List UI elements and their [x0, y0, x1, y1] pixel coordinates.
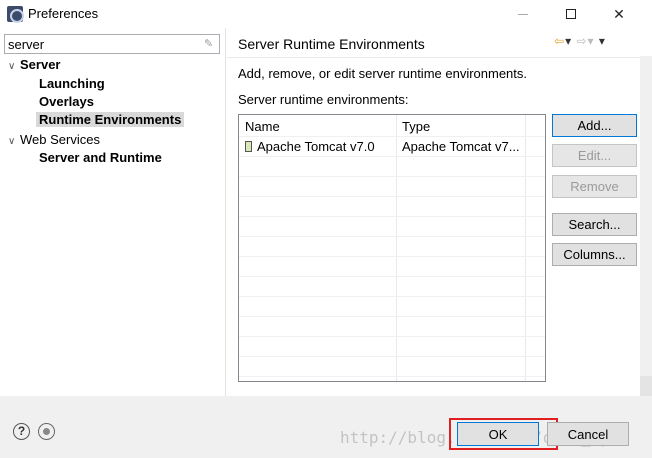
row-divider	[239, 336, 545, 337]
row-divider	[239, 216, 545, 217]
forward-arrow-icon[interactable]: ⇨	[576, 34, 587, 48]
row-divider	[239, 236, 545, 237]
server-runtime-icon	[245, 141, 252, 152]
tree-item-label: Runtime Environments	[36, 112, 185, 127]
row-divider	[239, 176, 545, 177]
tree-item-server[interactable]: ∨ Server	[8, 56, 60, 74]
close-button[interactable]: ✕	[596, 0, 642, 28]
column-header-name[interactable]: Name	[245, 119, 280, 134]
tree-item-label: Server and Runtime	[39, 150, 162, 165]
edit-button[interactable]: Edit...	[552, 144, 637, 167]
row-divider	[239, 376, 545, 377]
tree-item-label: Server	[20, 57, 61, 72]
remove-button[interactable]: Remove	[552, 175, 637, 198]
preference-tree-panel: ✎ ∨Server Launching Overlays Runtime Env…	[0, 28, 226, 396]
help-icon[interactable]: ?	[13, 423, 30, 440]
runtime-environments-table[interactable]: Name Type Apache Tomcat v7.0 Apache Tomc…	[238, 114, 546, 382]
row-divider	[239, 356, 545, 357]
search-button[interactable]: Search...	[552, 213, 637, 236]
chevron-down-icon[interactable]: ∨	[8, 133, 20, 151]
maximize-icon	[566, 9, 576, 19]
row-divider	[239, 276, 545, 277]
table-cell-name: Apache Tomcat v7.0	[245, 139, 375, 154]
columns-button[interactable]: Columns...	[552, 243, 637, 266]
cancel-button[interactable]: Cancel	[547, 422, 629, 446]
row-divider	[239, 136, 545, 137]
page-title: Server Runtime Environments	[238, 36, 425, 52]
tree-item-label: Overlays	[39, 94, 94, 109]
close-icon: ✕	[613, 5, 625, 22]
tree-item-runtime-environments[interactable]: Runtime Environments	[36, 111, 185, 129]
side-scroll-strip-mark	[640, 376, 652, 396]
column-header-type[interactable]: Type	[402, 119, 430, 134]
table-cell-type: Apache Tomcat v7...	[402, 139, 520, 154]
view-menu-chevron-down-icon[interactable]: ▾	[599, 34, 606, 48]
list-label: Server runtime environments:	[238, 92, 409, 107]
forward-menu-chevron-down-icon[interactable]: ▾	[588, 34, 595, 48]
runtime-name: Apache Tomcat v7.0	[257, 139, 375, 154]
page-description: Add, remove, or edit server runtime envi…	[238, 66, 528, 81]
column-separator	[396, 115, 397, 381]
back-menu-chevron-down-icon[interactable]: ▾	[565, 34, 572, 48]
add-button[interactable]: Add...	[552, 114, 637, 137]
tree-item-web-services[interactable]: ∨ Web Services	[8, 131, 100, 149]
ok-button-highlight	[449, 418, 558, 450]
row-divider	[239, 256, 545, 257]
row-divider	[239, 296, 545, 297]
preference-page: Server Runtime Environments ⇦▾ ⇨▾ ▾ Add,…	[227, 28, 652, 396]
chevron-down-icon[interactable]: ∨	[8, 58, 20, 76]
row-divider	[239, 316, 545, 317]
filter-input[interactable]	[4, 34, 220, 54]
page-header: Server Runtime Environments ⇦▾ ⇨▾ ▾	[227, 28, 641, 58]
eclipse-preferences-icon	[7, 6, 24, 23]
title-bar: Preferences ✕	[0, 0, 652, 28]
window-title: Preferences	[28, 6, 99, 21]
record-icon[interactable]	[38, 423, 55, 440]
row-divider	[239, 196, 545, 197]
tree-item-label: Launching	[39, 76, 105, 91]
tree-item-label: Web Services	[20, 132, 100, 147]
back-arrow-icon[interactable]: ⇦	[554, 34, 565, 48]
tree-item-overlays[interactable]: Overlays	[39, 93, 94, 111]
clear-filter-icon[interactable]: ✎	[204, 38, 216, 50]
maximize-button[interactable]	[548, 0, 594, 28]
dialog-footer: ? http://blog.csdn.net/csdn_ayue OK Canc…	[0, 396, 652, 458]
column-separator	[525, 115, 526, 381]
minimize-icon	[518, 13, 528, 15]
row-divider	[239, 156, 545, 157]
side-scroll-strip	[640, 56, 652, 396]
tree-item-server-and-runtime[interactable]: Server and Runtime	[39, 149, 162, 167]
tree-item-launching[interactable]: Launching	[39, 75, 105, 93]
minimize-button[interactable]	[500, 0, 546, 28]
history-navigation: ⇦▾ ⇨▾ ▾	[554, 34, 606, 48]
